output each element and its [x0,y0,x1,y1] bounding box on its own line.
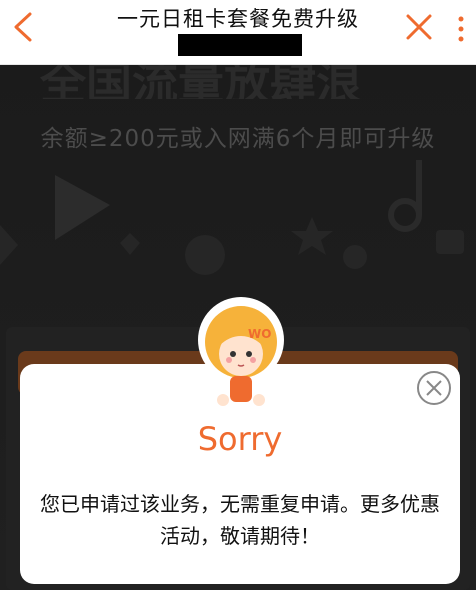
star-shape-icon [291,217,333,255]
redacted-subtitle [178,34,302,56]
svg-text:WO: WO [248,327,271,341]
dialog-title: Sorry [197,420,283,458]
close-icon[interactable] [403,11,435,43]
top-navigation-bar: 一元日租卡套餐免费升级 [0,0,476,65]
music-note-icon [388,198,422,232]
wo-mascot-girl-icon: WO [198,297,284,406]
heart-shape-icon [120,233,140,255]
decorative-shapes [0,160,464,275]
dialog-message: 您已申请过该业务，无需重复申请。更多优惠活动，敬请期待！ [40,492,440,548]
page-title: 一元日租卡套餐免费升级 [117,7,359,31]
play-shape-icon [55,175,110,240]
message-shape-icon [436,230,464,254]
lightning-shape-icon [343,245,367,269]
circle-shape-icon [185,235,225,275]
circle-close-icon[interactable] [414,368,454,408]
more-vertical-icon[interactable] [454,16,468,42]
chevron-left-icon[interactable] [10,10,40,44]
